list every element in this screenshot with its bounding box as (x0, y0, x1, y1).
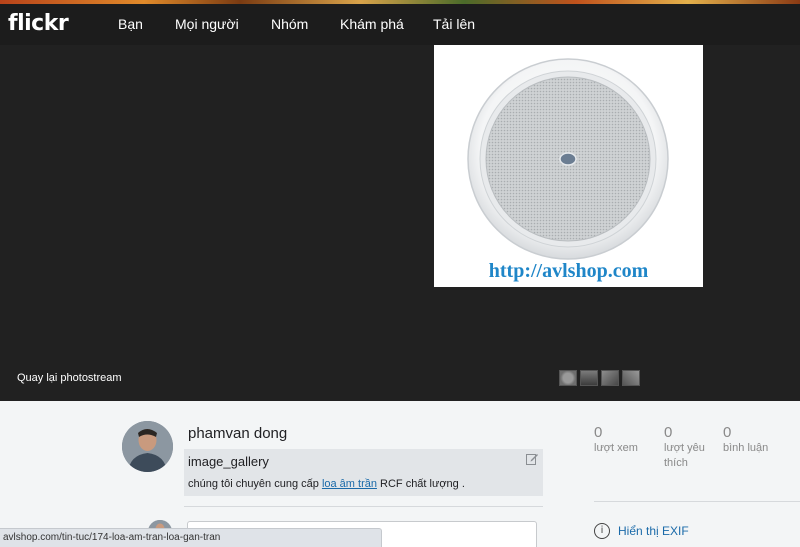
status-url: avlshop.com/tin-tuc/174-loa-am-tran-loa-… (3, 532, 221, 543)
nav-item-you[interactable]: Bạn (118, 16, 143, 32)
photo-viewer: http://avlshop.com Quay lại photostream (0, 45, 800, 401)
comments-count: 0 (723, 424, 732, 441)
faves-count: 0 (664, 424, 673, 441)
stat-views: 0 lượt xem (594, 424, 638, 456)
person-portrait-icon (122, 421, 173, 472)
info-icon: i (594, 523, 610, 539)
comments-divider (184, 506, 543, 507)
owner-avatar[interactable] (122, 421, 173, 472)
description-text-after: RCF chất lượng . (376, 478, 465, 490)
browser-status-bar: avlshop.com/tin-tuc/174-loa-am-tran-loa-… (0, 528, 382, 547)
photo-description: chúng tôi chuyên cung cấp loa âm trần RC… (188, 478, 465, 490)
nav-item-people[interactable]: Mọi người (175, 16, 239, 32)
thumbnail[interactable] (601, 370, 619, 386)
views-count: 0 (594, 424, 603, 441)
comments-label: bình luận (723, 442, 769, 454)
photo-watermark-text: http://avlshop.com (488, 260, 649, 282)
owner-name[interactable]: phamvan dong (188, 425, 287, 442)
nav-item-explore[interactable]: Khám phá (340, 16, 404, 32)
thumbnail[interactable] (559, 370, 577, 386)
photo-description-panel: image_gallery chúng tôi chuyên cung cấp … (184, 449, 543, 496)
flickr-logo[interactable]: flickr (8, 11, 69, 36)
ceiling-speaker-image (467, 58, 669, 260)
photo-title: image_gallery (188, 454, 269, 469)
stat-faves: 0 lượt yêu thích (664, 424, 705, 471)
faves-label-line2: thích (664, 457, 688, 469)
faves-label-line1: lượt yêu (664, 442, 705, 454)
thumbnail[interactable] (580, 370, 598, 386)
nav-item-upload[interactable]: Tải lên (433, 16, 475, 32)
show-exif-label: Hiển thị EXIF (618, 524, 689, 538)
stat-comments: 0 bình luận (723, 424, 768, 456)
views-label: lượt xem (594, 442, 638, 454)
top-navigation-bar: flickr Bạn Mọi người Nhóm Khám phá Tải l… (0, 0, 800, 45)
thumbnail[interactable] (622, 370, 640, 386)
nav-item-groups[interactable]: Nhóm (271, 16, 308, 32)
show-exif-link[interactable]: i Hiển thị EXIF (594, 523, 689, 539)
edit-icon[interactable] (526, 453, 538, 465)
photostream-thumbnails (559, 370, 640, 386)
header-decoration-strip (0, 0, 800, 4)
back-to-photostream-link[interactable]: Quay lại photostream (17, 372, 122, 384)
description-link[interactable]: loa âm trần (322, 478, 377, 490)
stats-divider (594, 501, 800, 502)
main-photo[interactable]: http://avlshop.com (434, 45, 703, 287)
description-text-before: chúng tôi chuyên cung cấp (188, 478, 322, 490)
